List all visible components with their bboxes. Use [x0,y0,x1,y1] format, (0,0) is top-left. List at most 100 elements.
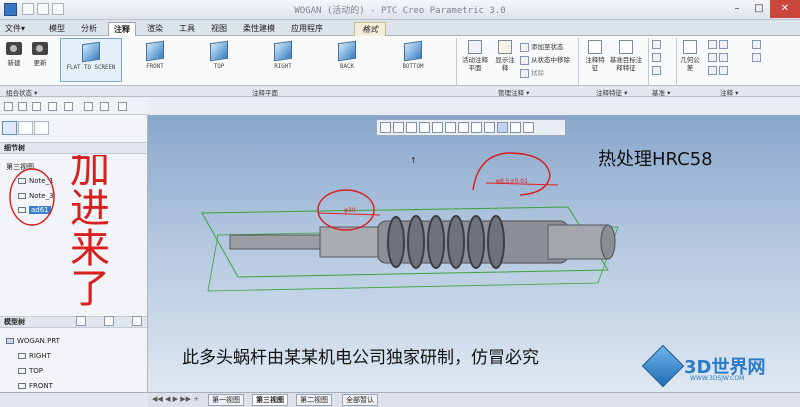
annotation-tool-extra[interactable] [752,40,763,49]
view-cube-icon [274,40,292,62]
tree-item-top[interactable]: TOP [18,367,43,375]
datum-axis-icon [652,53,661,62]
sheet-tab-first-view[interactable]: 第一视图 [208,394,244,406]
ribbon-tab-bar: 文件▾ 模型 分析 注释 渲染 工具 视图 柔性建模 应用程序 格式 [0,20,800,36]
datum-tool-3[interactable] [652,66,663,75]
add-state-icon [520,42,529,52]
spin-center-mark: ↑ [410,156,417,165]
geometric-tolerance-button[interactable]: 几何公差 [680,40,700,72]
maximize-icon[interactable]: □ [748,0,770,18]
tab-flexible-modeling[interactable]: 柔性建模 [238,22,280,36]
add-to-state-button[interactable]: 添加至状态 [520,41,564,52]
activate-annotation-plane-button[interactable]: 活动注释平面 [460,40,490,72]
minimize-icon[interactable]: – [726,0,748,18]
group-annotation-feature[interactable]: 注释特征 ▾ [596,87,627,97]
show-annotations-icon [498,40,512,54]
remove-from-state-button[interactable]: 从状态中移除 [520,54,570,65]
redo-icon[interactable] [64,102,73,111]
view-label: FLAT TO SCREEN [66,65,116,71]
ink-circle [9,168,55,226]
tab-annotate[interactable]: 注释 [108,22,136,36]
dimension-icon [708,40,717,49]
view-label: BACK [340,64,354,70]
datum-plane-icon [652,40,661,49]
tab-file[interactable]: 文件▾ [2,22,28,36]
view-right[interactable]: RIGHT [252,38,314,82]
tab-format[interactable]: 格式 [354,22,386,36]
show-annotations-label: 显示注释 [495,56,515,72]
favorites-tab-icon[interactable] [34,121,49,135]
datum-target-icon [619,40,633,54]
new-label: 新建 [7,59,21,67]
undo-icon[interactable] [48,102,57,111]
view-label: RIGHT [274,64,292,70]
handwritten-annotation: 加进来了 [9,155,109,307]
update-label: 更新 [33,59,47,67]
note-icon [708,53,717,62]
title-bar: WOGAN (活动的) - PTC Creo Parametric 3.0 – … [0,0,800,20]
camera-refresh-icon [32,42,48,55]
update-button[interactable]: 更新 [30,42,50,67]
tree-item-front[interactable]: FRONT [18,382,53,390]
group-combo-state[interactable]: 组合状态 ▾ [6,87,37,97]
sheet-nav-arrows[interactable]: ◀◀ ◀ ▶ ▶▶ + [152,395,199,403]
datum-tool-1[interactable] [652,40,663,49]
top-label: TOP [29,367,44,375]
annotation-feature-icon [588,40,602,54]
tab-analysis[interactable]: 分析 [76,22,102,36]
close-icon[interactable]: ✕ [770,0,800,18]
view-top[interactable]: TOP [188,38,250,82]
datum-target-annotation-button[interactable]: 基准目标注释特征 [608,40,644,72]
regenerate-icon[interactable] [84,102,93,111]
view-cube-icon [210,40,228,62]
tab-view[interactable]: 视图 [206,22,232,36]
datum-plane-icon [18,383,26,389]
sheet-tab-second-view[interactable]: 第二视图 [296,394,332,406]
detail-tree-header[interactable]: 细节树 [0,142,147,154]
save-icon[interactable] [32,102,41,111]
view-label: TOP [213,64,225,70]
view-label: FRONT [146,64,164,70]
surface-finish-tool[interactable] [708,66,730,75]
view-back[interactable]: BACK [316,38,378,82]
datum-point-icon [652,66,661,75]
geometric-tolerance-icon [683,40,697,54]
tab-applications[interactable]: 应用程序 [286,22,328,36]
open-icon[interactable] [18,102,27,111]
ink-circle-dim2 [472,152,551,196]
view-flat-to-screen[interactable]: FLAT TO SCREEN [60,38,122,82]
folder-tab-icon[interactable] [18,121,33,135]
note-tool[interactable] [708,53,730,62]
annotation-feature-button[interactable]: 注释特征 [584,40,606,72]
erase-button[interactable]: 拭除 [520,67,544,78]
new-icon[interactable] [4,102,13,111]
show-annotations-button[interactable]: 显示注释 [494,40,516,72]
dimension-tool[interactable] [708,40,730,49]
tab-model[interactable]: 模型 [44,22,70,36]
surface-finish-icon [708,66,717,75]
dimension-value-1: φ30 [344,207,356,214]
tree-tab-icon[interactable] [2,121,17,135]
group-manage-annotations[interactable]: 管理注释 ▾ [498,87,529,97]
group-datum[interactable]: 基准 ▾ [652,87,670,97]
windows-icon[interactable] [100,102,109,111]
close-window-icon[interactable] [118,102,127,111]
datum-tool-2[interactable] [652,53,663,62]
window-title: WOGAN (活动的) - PTC Creo Parametric 3.0 [294,6,506,16]
annotation-feature-label: 注释特征 [585,56,605,72]
erase-label: 拭除 [531,69,544,77]
sheet-tab-third-view[interactable]: 第三视图 [252,394,288,406]
view-front[interactable]: FRONT [124,38,186,82]
remove-state-icon [520,55,529,65]
graphics-window[interactable]: 热处理HRC58 φ30 φ8.5±0.01 ↑ 此多头蜗杆由某某机电公司独家研… [148,115,800,392]
tab-tools[interactable]: 工具 [174,22,200,36]
graphics-toolbar [0,98,148,115]
shaft-end-face [600,224,616,260]
view-bottom[interactable]: BOTTOM [382,38,444,82]
sheet-tab-all[interactable]: 全部暂认 [342,394,378,406]
group-annotation[interactable]: 注释 ▾ [720,87,738,97]
new-combo-state-button[interactable]: 新建 [4,42,24,67]
annotation-tool-extra-2[interactable] [752,53,763,62]
tab-render[interactable]: 渲染 [142,22,168,36]
datum-target-label: 基准目标注释特征 [609,56,643,72]
